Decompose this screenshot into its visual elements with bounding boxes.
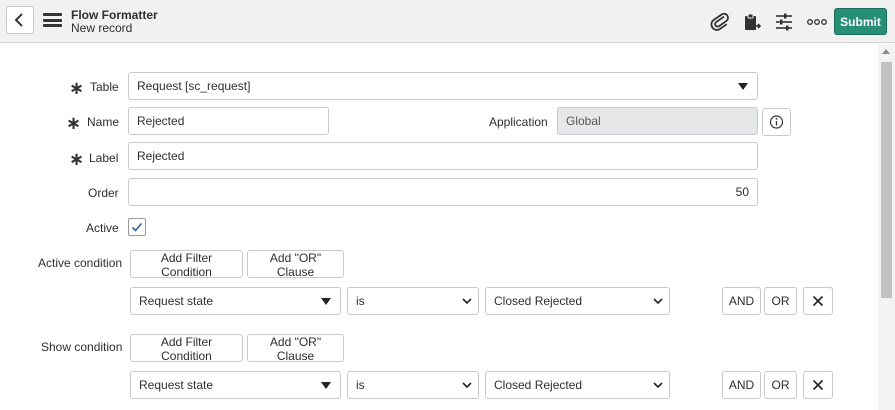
scroll-thumb[interactable] bbox=[881, 62, 892, 298]
condition-operator-value: is bbox=[356, 378, 365, 392]
close-icon bbox=[812, 295, 824, 307]
info-button[interactable] bbox=[762, 108, 791, 136]
back-icon bbox=[14, 13, 23, 27]
active-label: Active bbox=[86, 221, 119, 235]
caret-down-icon bbox=[738, 83, 748, 90]
table-select[interactable]: Request [sc_request] bbox=[128, 72, 758, 100]
sliders-icon[interactable] bbox=[773, 11, 795, 33]
required-marker: ∗ bbox=[69, 78, 85, 98]
add-or-clause-button[interactable]: Add "OR" Clause bbox=[247, 250, 344, 279]
condition-field-select[interactable]: Request state bbox=[130, 371, 341, 399]
required-marker: ∗ bbox=[69, 149, 85, 169]
chevron-down-icon bbox=[462, 298, 472, 304]
remove-condition-button[interactable] bbox=[803, 287, 833, 315]
name-label: Name bbox=[87, 115, 120, 129]
clipboard-icon[interactable] bbox=[741, 11, 763, 33]
paperclip-icon[interactable] bbox=[709, 11, 731, 33]
close-icon bbox=[812, 379, 824, 391]
page-subtitle: New record bbox=[71, 21, 133, 35]
scrollbar[interactable] bbox=[878, 44, 895, 410]
condition-value-value: Closed Rejected bbox=[494, 294, 583, 308]
condition-field-select[interactable]: Request state bbox=[130, 287, 341, 315]
label-label: Label bbox=[89, 151, 119, 165]
add-filter-condition-button[interactable]: Add Filter Condition bbox=[130, 250, 243, 279]
condition-field-value: Request state bbox=[139, 294, 214, 308]
table-select-value: Request [sc_request] bbox=[137, 79, 251, 93]
back-button[interactable] bbox=[6, 6, 34, 34]
or-button[interactable]: OR bbox=[764, 371, 797, 399]
label-field[interactable]: Rejected bbox=[128, 142, 758, 170]
submit-button[interactable]: Submit bbox=[834, 8, 887, 35]
application-field: Global bbox=[557, 107, 758, 135]
condition-operator-value: is bbox=[356, 294, 365, 308]
condition-value-select[interactable]: Closed Rejected bbox=[485, 287, 670, 315]
name-field[interactable]: Rejected bbox=[128, 107, 329, 135]
info-icon bbox=[769, 115, 784, 129]
chevron-down-icon bbox=[653, 298, 663, 304]
condition-operator-select[interactable]: is bbox=[347, 371, 479, 399]
and-button[interactable]: AND bbox=[722, 287, 761, 315]
condition-field-value: Request state bbox=[139, 378, 214, 392]
active-checkbox[interactable] bbox=[128, 218, 146, 236]
active-condition-label: Active condition bbox=[38, 256, 123, 270]
more-icon[interactable] bbox=[806, 11, 828, 33]
and-button[interactable]: AND bbox=[722, 371, 761, 399]
caret-down-icon bbox=[321, 382, 331, 389]
add-or-clause-button[interactable]: Add "OR" Clause bbox=[247, 334, 344, 363]
add-filter-condition-button[interactable]: Add Filter Condition bbox=[130, 334, 243, 363]
form-header: Flow Formatter New record Submit bbox=[0, 0, 895, 43]
chevron-down-icon bbox=[653, 382, 663, 388]
required-marker: ∗ bbox=[66, 113, 82, 133]
show-condition-label: Show condition bbox=[41, 340, 123, 354]
condition-operator-select[interactable]: is bbox=[347, 287, 479, 315]
menu-icon[interactable] bbox=[43, 13, 62, 27]
application-label: Application bbox=[489, 115, 548, 129]
page-title: Flow Formatter bbox=[71, 8, 158, 22]
order-field[interactable]: 50 bbox=[128, 178, 758, 206]
condition-value-value: Closed Rejected bbox=[494, 378, 583, 392]
or-button[interactable]: OR bbox=[764, 287, 797, 315]
condition-value-select[interactable]: Closed Rejected bbox=[485, 371, 670, 399]
scroll-up-arrow-icon[interactable] bbox=[882, 49, 890, 54]
table-label: Table bbox=[90, 80, 119, 94]
checkmark-icon bbox=[131, 222, 143, 232]
remove-condition-button[interactable] bbox=[803, 371, 833, 399]
caret-down-icon bbox=[321, 298, 331, 305]
order-label: Order bbox=[88, 186, 119, 200]
chevron-down-icon bbox=[462, 382, 472, 388]
